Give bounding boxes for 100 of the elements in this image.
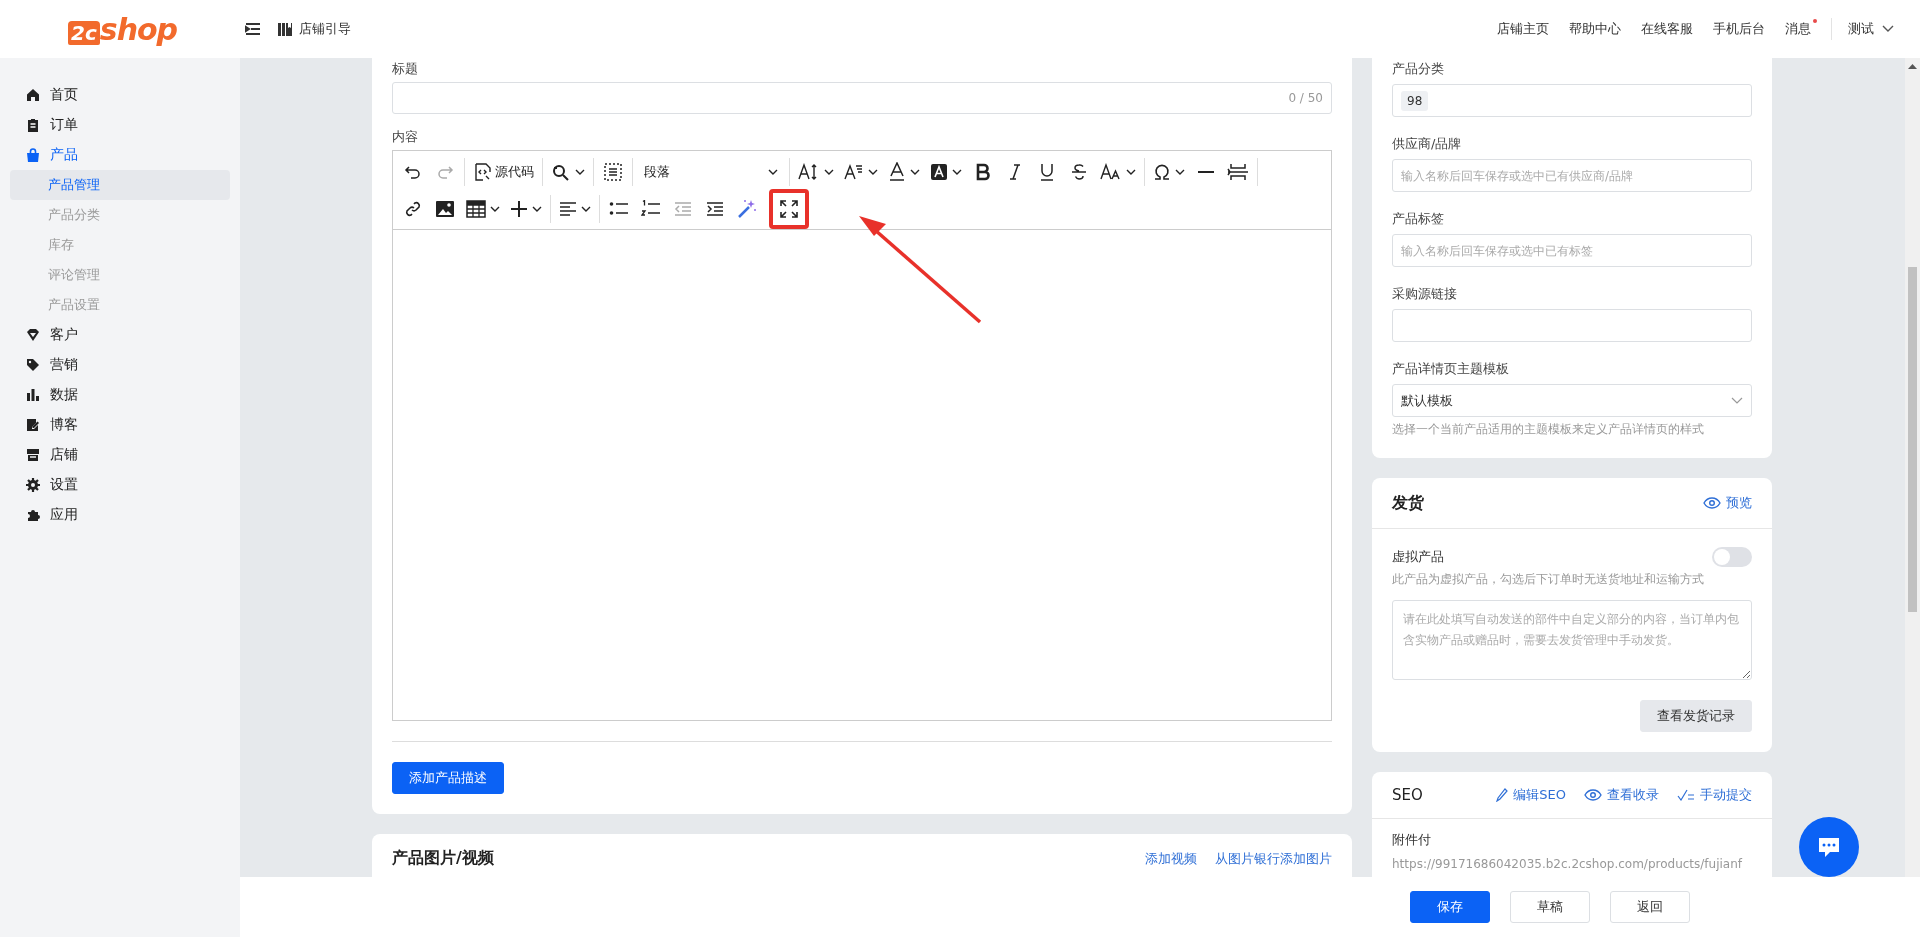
caret-icon xyxy=(868,168,878,175)
page-break-icon xyxy=(1227,162,1249,181)
sidebar-item[interactable]: 店铺 xyxy=(0,440,240,470)
template-dropdown[interactable]: 默认模板 xyxy=(1392,384,1752,417)
bold-icon xyxy=(975,162,991,181)
caret-icon xyxy=(824,168,834,175)
clipboard-icon xyxy=(26,118,40,132)
sidebar-item[interactable]: 客户 xyxy=(0,320,240,350)
nav-link[interactable]: 帮助中心 xyxy=(1569,20,1627,38)
note-field[interactable]: 请在此处填写自动发送的部件中自定义部分的内容，当订单内包含实物产品或赠品时，需要去发货管理中手动发货。 xyxy=(1392,600,1752,680)
card-link[interactable]: 添加视频 xyxy=(1145,849,1197,868)
user-menu[interactable]: 测试 xyxy=(1848,20,1894,38)
sidebar-item[interactable]: 应用 xyxy=(0,500,240,530)
field-label: 供应商/品牌 xyxy=(1392,135,1463,153)
caret-icon xyxy=(952,168,962,175)
block-format-dropdown[interactable]: 段落 xyxy=(636,155,786,188)
sidebar-subitem[interactable]: 产品管理 xyxy=(10,170,230,200)
add-description-button[interactable]: 添加产品描述 xyxy=(392,762,504,794)
field-label: 采购源链接 xyxy=(1392,285,1458,303)
nav-link[interactable]: 消息 xyxy=(1785,20,1817,38)
field-label: 产品标签 xyxy=(1392,210,1445,228)
nav-link[interactable]: 在线客服 xyxy=(1641,20,1699,38)
eye-icon xyxy=(1584,789,1602,801)
chevron-down-icon xyxy=(1882,25,1894,33)
align-left-icon xyxy=(559,200,577,217)
character-counter: 0 / 50 xyxy=(1288,91,1323,105)
gear-icon xyxy=(26,478,40,492)
text-field[interactable]: 输入名称后回车保存或选中已有供应商/品牌 xyxy=(1392,159,1752,192)
nav-link[interactable]: 手机后台 xyxy=(1713,20,1771,38)
fullscreen-icon xyxy=(779,198,799,219)
sidebar-item[interactable]: 博客 xyxy=(0,410,240,440)
highlight-color-icon xyxy=(930,162,948,181)
seo-url: https://99171686042035.b2c.2cshop.com/products/fujianf xyxy=(1392,857,1744,871)
logo-word: shop xyxy=(99,11,178,47)
puzzle-icon xyxy=(26,508,40,522)
footer-button[interactable]: 草稿 xyxy=(1510,891,1590,923)
footer-button[interactable]: 返回 xyxy=(1610,891,1690,923)
field-hint: 此产品为虚拟产品，勾选后下订单时无送货地址和运输方式 xyxy=(1392,571,1705,588)
seo-link[interactable]: 手动提交 xyxy=(1677,786,1752,804)
scroll-up-icon[interactable] xyxy=(1908,64,1917,69)
outdent-icon xyxy=(674,200,692,217)
magic-wand-icon xyxy=(737,198,757,219)
seo-link[interactable]: 查看收录 xyxy=(1584,786,1659,804)
source-code-button[interactable]: 源代码 xyxy=(468,155,539,188)
eye-icon xyxy=(1703,497,1721,509)
preview-link[interactable]: 预览 xyxy=(1703,494,1752,512)
sidebar-item[interactable]: 首页 xyxy=(0,80,240,110)
sidebar-item[interactable]: 设置 xyxy=(0,470,240,500)
code-file-icon xyxy=(473,161,493,182)
tag-icon xyxy=(26,358,40,372)
chat-button[interactable] xyxy=(1799,817,1859,877)
sidebar-item[interactable]: 订单 xyxy=(0,110,240,140)
field-label: 附件付 xyxy=(1392,831,1432,849)
home-icon xyxy=(26,88,40,102)
image-icon xyxy=(435,199,455,218)
book-icon xyxy=(277,21,293,37)
caret-icon xyxy=(768,168,778,175)
sidebar-item[interactable]: 营销 xyxy=(0,350,240,380)
category-field[interactable]: 98 xyxy=(1392,84,1752,117)
store-icon xyxy=(26,448,40,462)
field-label: 内容 xyxy=(392,128,419,146)
field-label: 产品详情页主题模板 xyxy=(1392,360,1510,378)
caret-icon xyxy=(532,205,542,212)
text-color-icon xyxy=(888,161,906,182)
menu-icon[interactable] xyxy=(245,22,261,36)
pencil-icon xyxy=(1496,788,1509,802)
toggle-switch[interactable] xyxy=(1712,547,1752,567)
caret-icon xyxy=(910,168,920,175)
indent-icon xyxy=(706,200,724,217)
guide-link[interactable]: 店铺引导 xyxy=(277,20,351,38)
field-label: 标题 xyxy=(392,60,419,78)
seo-link[interactable]: 编辑SEO xyxy=(1496,786,1566,804)
nav-link[interactable]: 店铺主页 xyxy=(1497,20,1555,38)
chevron-down-icon xyxy=(1731,396,1743,405)
scrollbar[interactable] xyxy=(1905,58,1920,877)
card-title: SEO xyxy=(1392,786,1423,804)
shipping-records-button[interactable]: 查看发货记录 xyxy=(1640,700,1752,732)
caret-icon xyxy=(1175,168,1185,175)
plus-icon xyxy=(510,199,528,218)
chat-bubble-icon xyxy=(1817,836,1841,858)
field-hint: 选择一个当前产品适用的主题模板来定义产品详情页的样式 xyxy=(1392,421,1705,438)
field-label: 虚拟产品 xyxy=(1392,548,1444,566)
caret-icon xyxy=(575,168,585,175)
numbered-list-icon xyxy=(641,199,661,218)
omega-icon xyxy=(1153,162,1171,181)
sidebar-item[interactable]: 产品 xyxy=(0,140,240,170)
logo-mark: 2c xyxy=(68,20,100,45)
sidebar-item[interactable]: 数据 xyxy=(0,380,240,410)
strikethrough-icon xyxy=(1071,162,1087,181)
diamond-icon xyxy=(26,328,40,342)
card-link[interactable]: 从图片银行添加图片 xyxy=(1215,849,1332,868)
caret-icon xyxy=(490,205,500,212)
footer-button[interactable]: 保存 xyxy=(1410,891,1490,923)
link-icon xyxy=(404,199,422,218)
bullet-list-icon xyxy=(609,200,629,217)
text-field[interactable] xyxy=(1392,309,1752,342)
card-title: 发货 xyxy=(1392,492,1424,514)
text-field[interactable]: 输入名称后回车保存或选中已有标签 xyxy=(1392,234,1752,267)
unread-dot xyxy=(1813,19,1817,23)
edit-icon xyxy=(26,418,40,432)
